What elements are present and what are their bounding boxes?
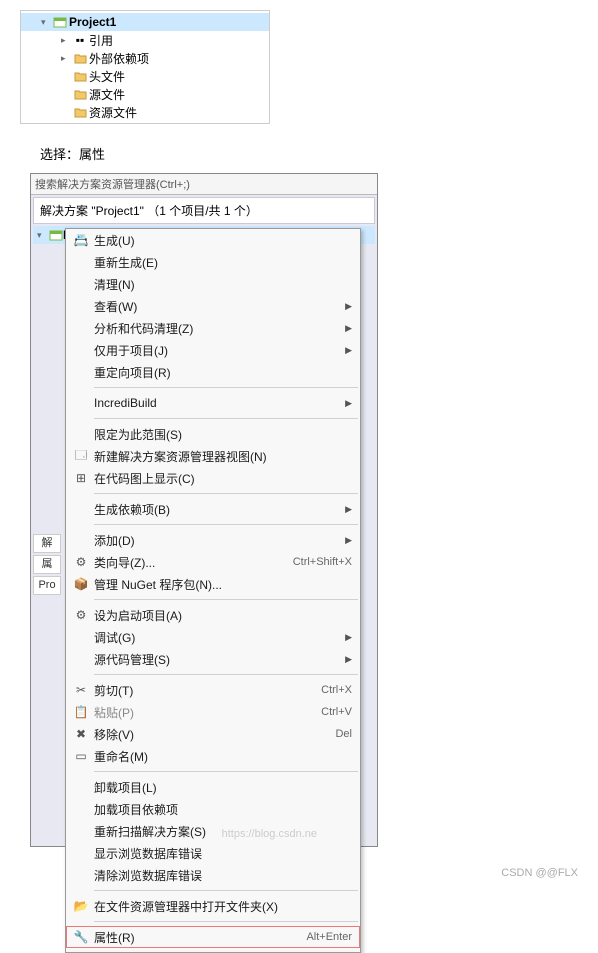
menu-code-map[interactable]: ⊞在代码图上显示(C) [66,467,360,489]
solution-explorer-panel: ▾ Project1 ▸ ▪▪ 引用 ▸ 外部依赖项 头文件 源文件 资源文件 [20,10,270,124]
project-icon [53,15,67,29]
menu-class-wizard[interactable]: ⚙类向导(Z)...Ctrl+Shift+X [66,551,360,573]
rename-icon: ▭ [70,749,92,763]
menu-separator [94,524,358,525]
menu-load-deps[interactable]: 加载项目依赖项 [66,798,360,820]
view-icon: 🗔 [70,446,92,467]
nuget-icon: 📦 [70,577,92,591]
menu-separator [94,387,358,388]
menu-incredibuild[interactable]: IncrediBuild▶ [66,392,360,414]
chevron-right-icon: ▶ [345,398,352,409]
tree-item-references[interactable]: ▸ ▪▪ 引用 [21,31,269,49]
tree-item-sources[interactable]: 源文件 [21,85,269,103]
folder-icon [73,52,87,64]
menu-add[interactable]: 添加(D)▶ [66,529,360,551]
menu-debug[interactable]: 调试(G)▶ [66,626,360,648]
menu-show-db-err[interactable]: 显示浏览数据库错误 [66,842,360,864]
menu-separator [94,921,358,922]
folder-icon [73,70,87,82]
tree-project-label: Project1 [67,15,116,29]
build-icon: 📇 [70,233,92,247]
chevron-right-icon: ▸ [61,35,73,46]
menu-separator [94,771,358,772]
tree-item-resources[interactable]: 资源文件 [21,103,269,121]
folder-icon [73,88,87,100]
context-menu: 📇生成(U) 重新生成(E) 清理(N) 查看(W)▶ 分析和代码清理(Z)▶ … [65,228,361,953]
search-hint[interactable]: 搜索解决方案资源管理器(Ctrl+;) [31,174,377,195]
menu-retarget[interactable]: 重定向项目(R) [66,361,360,383]
side-tab[interactable]: Pro [33,576,61,595]
chevron-right-icon: ▶ [345,323,352,334]
tree-item-external[interactable]: ▸ 外部依赖项 [21,49,269,67]
chevron-right-icon: ▶ [345,345,352,356]
chevron-right-icon: ▶ [345,504,352,515]
solution-line[interactable]: 解决方案 "Project1" （1 个项目/共 1 个） [33,197,375,224]
tree-item-label: 资源文件 [87,104,137,121]
chevron-right-icon: ▶ [345,301,352,312]
menu-open-folder[interactable]: 📂在文件资源管理器中打开文件夹(X) [66,895,360,917]
menu-project-only[interactable]: 仅用于项目(J)▶ [66,339,360,361]
references-icon: ▪▪ [73,33,87,47]
tree-item-headers[interactable]: 头文件 [21,67,269,85]
menu-rebuild[interactable]: 重新生成(E) [66,251,360,273]
scissors-icon: ✂ [70,683,92,697]
side-tab[interactable]: 属 [33,555,61,574]
menu-cut[interactable]: ✂剪切(T)Ctrl+X [66,679,360,701]
menu-separator [94,493,358,494]
folder-open-icon: 📂 [70,899,92,913]
chevron-right-icon: ▸ [61,53,73,64]
menu-rescan[interactable]: 重新扫描解决方案(S) [66,820,360,842]
menu-new-view[interactable]: 🗔新建解决方案资源管理器视图(N) [66,445,360,467]
chevron-right-icon: ▶ [345,632,352,643]
menu-unload[interactable]: 卸载项目(L) [66,776,360,798]
menu-separator [94,674,358,675]
menu-rename[interactable]: ▭重命名(M) [66,745,360,767]
menu-scope[interactable]: 限定为此范围(S) [66,423,360,445]
chevron-right-icon: ▶ [345,535,352,546]
screenshot-frame: 搜索解决方案资源管理器(Ctrl+;) 解决方案 "Project1" （1 个… [30,173,378,847]
paste-icon: 📋 [70,705,92,719]
folder-icon [73,106,87,118]
chevron-down-icon: ▾ [37,230,49,241]
menu-analyze[interactable]: 分析和代码清理(Z)▶ [66,317,360,339]
menu-startup[interactable]: ⚙设为启动项目(A) [66,604,360,626]
menu-properties[interactable]: 🔧属性(R)Alt+Enter [66,926,360,948]
tree-item-label: 引用 [87,32,113,49]
tree-project-node[interactable]: ▾ Project1 [21,13,269,31]
gear-icon: ⚙ [70,608,92,622]
wizard-icon: ⚙ [70,555,92,569]
project-icon [49,228,63,242]
delete-icon: ✖ [70,727,92,741]
chevron-down-icon: ▾ [41,17,53,28]
graph-icon: ⊞ [70,471,92,485]
menu-clear-db-err[interactable]: 清除浏览数据库错误 [66,864,360,886]
menu-remove[interactable]: ✖移除(V)Del [66,723,360,745]
menu-build[interactable]: 📇生成(U) [66,229,360,251]
menu-separator [94,890,358,891]
tree-item-label: 头文件 [87,68,125,85]
menu-source-control[interactable]: 源代码管理(S)▶ [66,648,360,670]
menu-nuget[interactable]: 📦管理 NuGet 程序包(N)... [66,573,360,595]
menu-clean[interactable]: 清理(N) [66,273,360,295]
menu-view[interactable]: 查看(W)▶ [66,295,360,317]
menu-build-deps[interactable]: 生成依赖项(B)▶ [66,498,360,520]
menu-separator [94,418,358,419]
tree-item-label: 外部依赖项 [87,50,149,67]
side-tabs: 解 属 Pro [33,244,61,597]
tree-item-label: 源文件 [87,86,125,103]
side-tab[interactable]: 解 [33,534,61,553]
wrench-icon: 🔧 [70,930,92,944]
section-heading: 选择：属性 [40,144,578,163]
menu-paste[interactable]: 📋粘贴(P)Ctrl+V [66,701,360,723]
chevron-right-icon: ▶ [345,654,352,665]
menu-separator [94,599,358,600]
